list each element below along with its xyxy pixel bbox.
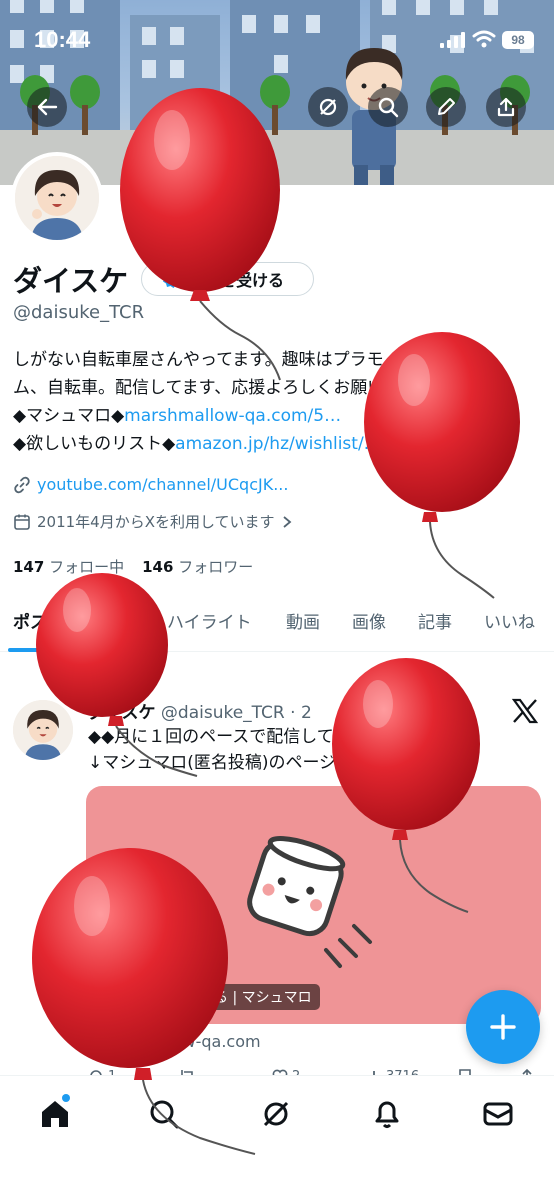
card-caption: マシュマロを投げる | マシュマロ — [94, 984, 320, 1010]
post-text: ◆◆月に１回のペースで配信しています◆◆ ↓マシュマロ(匿名投稿)のページです↓ — [88, 724, 528, 776]
bio-link-marshmallow[interactable]: marshmallow-qa.com/5… — [124, 406, 341, 426]
post-line: ◆◆月に１回のペースで配信しています◆◆ — [88, 727, 411, 747]
tab-likes[interactable]: いいね — [484, 608, 535, 633]
tab-posts[interactable]: ポスト — [13, 608, 64, 633]
post-line: ↓マシュマロ(匿名投稿)のページです↓ — [88, 753, 385, 773]
calendar-icon — [14, 514, 30, 530]
grok-button[interactable] — [308, 87, 348, 127]
post-header: ダイスケ @daisuke_TCR · 2 — [88, 698, 312, 723]
search-button[interactable] — [368, 87, 408, 127]
link-icon — [14, 476, 30, 493]
post-handle-time: @daisuke_TCR · 2 — [160, 703, 312, 723]
bio-line: ◆マシュマロ◆marshmallow-qa.com/5… — [13, 406, 342, 426]
tab-indicator — [8, 648, 48, 652]
signal-icon — [440, 32, 465, 48]
post-author[interactable]: ダイスケ — [88, 703, 156, 723]
notification-dot — [62, 1094, 70, 1102]
bio-line: ム、自転車。配信してます、応援よろしくお願いします。 — [13, 378, 451, 398]
profile-tabs: ポスト 返信 ハイライト 動画 画像 記事 いいね — [0, 596, 554, 652]
profile-url-row[interactable]: youtube.com/channel/UCqcJK... — [13, 475, 288, 494]
joined-date: 2011年4月からXを利用しています — [37, 513, 275, 531]
joined-date-row[interactable]: 2011年4月からXを利用しています — [13, 511, 293, 532]
x-logo-icon — [511, 698, 539, 724]
status-bar: 10:44 98 — [0, 0, 554, 80]
follow-stats: 147 フォロー中 146 フォロワー — [13, 556, 253, 577]
display-name: ダイスケ — [13, 264, 129, 298]
back-button[interactable] — [27, 87, 67, 127]
grok-icon — [319, 98, 337, 116]
grok-icon[interactable] — [260, 1098, 292, 1130]
plus-icon — [490, 1014, 516, 1040]
card-domain: marshmallow-qa.com — [88, 1032, 261, 1051]
tab-highlights[interactable]: ハイライト — [167, 608, 252, 633]
verified-badge-icon — [163, 270, 181, 288]
search-icon[interactable] — [148, 1098, 180, 1130]
back-arrow-icon — [37, 98, 58, 116]
profile-bio: しがない自転車屋さんやってます。趣味はプラモ・ガンダ ム、自転車。配信してます、… — [13, 346, 553, 458]
home-icon[interactable] — [38, 1098, 72, 1130]
pencil-icon — [438, 98, 455, 115]
bell-icon[interactable] — [372, 1098, 402, 1130]
compose-post-button[interactable] — [466, 990, 540, 1064]
tab-images[interactable]: 画像 — [352, 608, 386, 633]
tab-videos[interactable]: 動画 — [286, 608, 320, 633]
bio-line: しがない自転車屋さんやってます。趣味はプラモ・ガンダ — [13, 350, 452, 370]
battery-indicator: 98 — [502, 31, 534, 49]
bottom-nav — [0, 1075, 554, 1200]
followers-link[interactable]: 146 フォロワー — [142, 556, 253, 577]
following-link[interactable]: 147 フォロー中 — [13, 556, 124, 577]
bio-line: ◆欲しいものリスト◆amazon.jp/hz/wishlist/… — [13, 434, 381, 454]
verify-button[interactable]: 認証を受ける — [141, 262, 314, 296]
post-avatar[interactable] — [13, 700, 73, 760]
share-icon — [497, 97, 515, 117]
search-icon — [378, 97, 399, 118]
profile-avatar[interactable] — [11, 152, 103, 244]
link-card[interactable]: マシュマロを投げる | マシュマロ — [86, 786, 541, 1024]
profile-url[interactable]: youtube.com/channel/UCqcJK... — [37, 475, 288, 494]
tab-articles[interactable]: 記事 — [418, 608, 452, 633]
mail-icon[interactable] — [482, 1098, 514, 1130]
marshmallow-icon — [247, 836, 372, 968]
profile-handle: @daisuke_TCR — [13, 302, 145, 323]
edit-button[interactable] — [426, 87, 466, 127]
chevron-right-icon — [282, 515, 291, 528]
bio-link-wishlist[interactable]: amazon.jp/hz/wishlist/… — [175, 434, 381, 454]
wifi-icon — [472, 30, 496, 48]
tab-replies[interactable]: 返信 — [98, 608, 132, 633]
share-button[interactable] — [486, 87, 526, 127]
status-time: 10:44 — [34, 27, 91, 52]
verify-label: 認証を受ける — [188, 271, 285, 290]
